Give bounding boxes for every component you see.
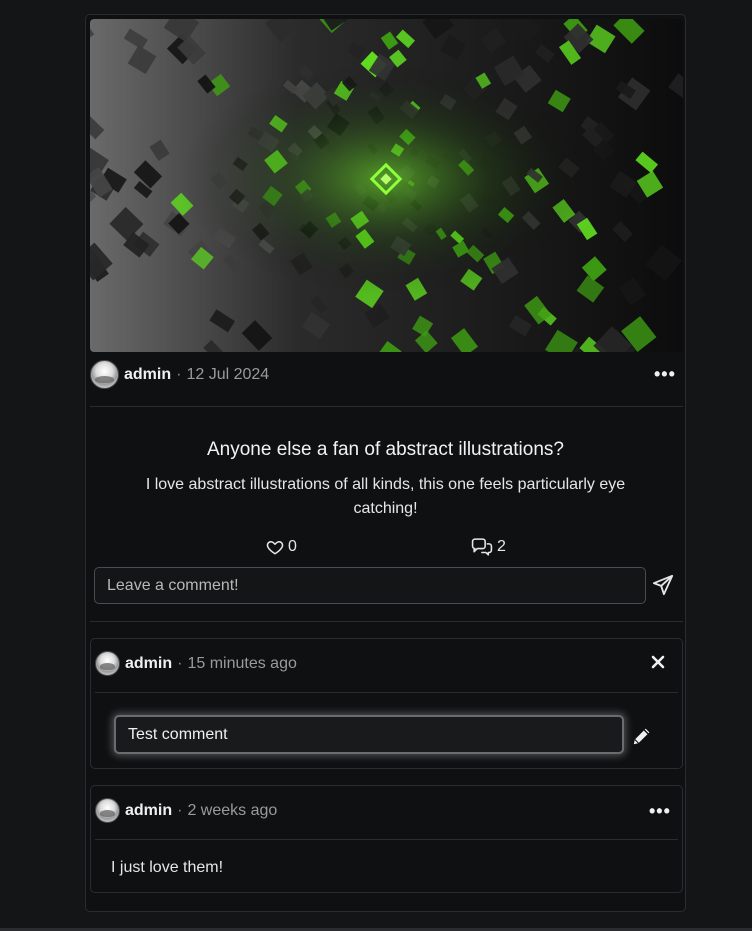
comment-item: admin · 2 weeks ago ••• I just love them… [90,785,683,893]
post-description: I love abstract illustrations of all kin… [145,476,626,517]
post-title: Anyone else a fan of abstract illustrati… [207,439,564,460]
like-button[interactable]: 0 [266,538,297,556]
send-icon [652,574,674,596]
meta-separator: · [176,365,182,383]
post-menu-icon[interactable]: ••• [654,365,676,383]
close-icon [651,655,665,669]
post-image [90,19,683,352]
comment-item: admin · 15 minutes ago [90,638,683,769]
save-edit-button[interactable] [630,724,654,748]
post-card: admin · 12 Jul 2024 ••• Anyone else a fa… [85,14,686,912]
send-comment-button[interactable] [651,573,675,597]
comment-meta: admin · 2 weeks ago [95,798,277,823]
comment-time: 15 minutes ago [187,654,297,672]
cancel-edit-button[interactable] [649,653,667,671]
comment-meta: admin · 15 minutes ago [95,651,297,676]
divider [90,406,683,407]
comments-icon [471,538,493,556]
abstract-cubes-illustration [90,19,683,352]
author-name[interactable]: admin [124,366,171,384]
edit-comment-input[interactable] [114,715,624,754]
meta-separator: · [177,801,183,819]
commenter-avatar[interactable] [95,651,120,676]
like-count: 0 [288,538,297,555]
comment-input[interactable] [94,567,646,604]
heart-icon [266,541,284,555]
comments-button[interactable]: 2 [471,538,506,556]
commenter-name[interactable]: admin [125,802,172,820]
commenter-avatar[interactable] [95,798,120,823]
divider [90,621,683,622]
comment-time: 2 weeks ago [187,801,278,819]
comment-count: 2 [497,538,506,555]
author-avatar[interactable] [90,360,119,389]
post-meta: admin · 12 Jul 2024 [90,360,269,389]
divider [95,692,678,693]
meta-separator: · [177,654,183,672]
comment-menu-icon[interactable]: ••• [649,802,671,820]
pencil-icon [633,728,650,745]
comment-text: I just love them! [111,859,224,876]
divider [95,839,678,840]
commenter-name[interactable]: admin [125,655,172,673]
post-date: 12 Jul 2024 [186,365,270,383]
